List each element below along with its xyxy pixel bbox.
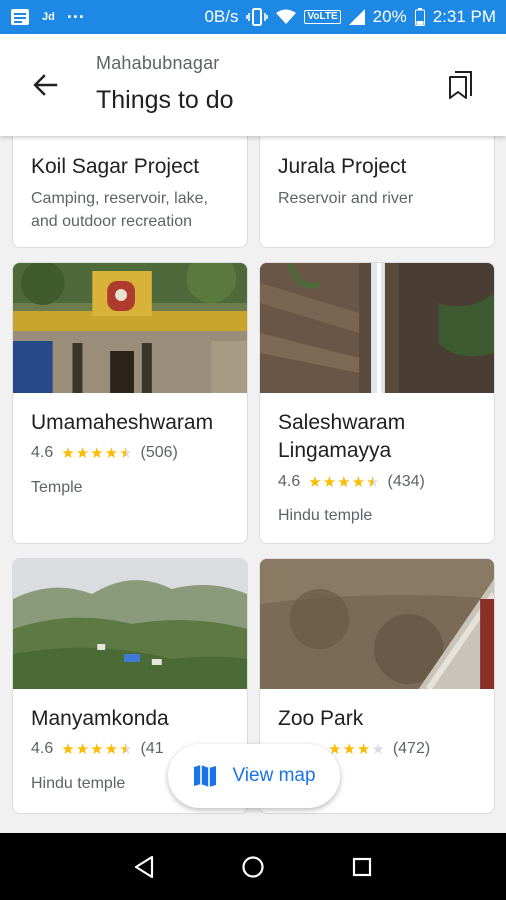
more-notifications-icon: ···: [66, 6, 85, 27]
battery-percent: 20%: [372, 7, 407, 26]
place-description: and outdoor recreation: [31, 213, 192, 230]
rating-row: 4.6 ★ ★ ★ ★ ★ (41: [31, 740, 164, 758]
place-name: Zoo Park: [278, 707, 364, 730]
app-bar: Mahabubnagar Things to do: [0, 34, 506, 136]
view-map-label: View map: [232, 765, 316, 786]
rating-row: 4.6 ★ ★ ★ ★ ★ (506): [31, 444, 178, 462]
star-rating: ★ ★ ★ ★ ★: [61, 445, 133, 462]
map-icon: [194, 765, 217, 787]
place-name: Koil Sagar Project: [31, 155, 200, 178]
page-title: Things to do: [96, 86, 234, 114]
wifi-icon: [276, 9, 297, 25]
waterfall-photo: [260, 263, 494, 393]
place-description: Camping, reservoir, lake,: [31, 190, 208, 207]
bookmark-icon: [449, 71, 472, 99]
bookmark-button[interactable]: [436, 62, 486, 108]
nav-back-button[interactable]: [124, 847, 164, 887]
place-type: Hindu temple: [278, 507, 373, 524]
star-rating: ★ ★ ★ ★: [328, 741, 385, 758]
place-description: Reservoir and river: [278, 190, 414, 207]
review-count: (41: [140, 740, 164, 757]
battery-icon: [414, 8, 425, 26]
rating-value: 4.6: [31, 444, 54, 461]
temple-photo: [13, 263, 247, 393]
place-type: Temple: [31, 479, 83, 496]
rating-row: ★ ★ ★ ★ (472): [328, 740, 430, 758]
nav-recents-button[interactable]: [342, 847, 382, 887]
signal-icon: [348, 9, 365, 25]
clock: 2:31 PM: [432, 7, 496, 26]
place-name: Umamaheshwaram: [31, 411, 214, 434]
circle-home-icon: [242, 855, 264, 878]
review-count: (472): [392, 740, 431, 757]
place-card-umamaheshwaram[interactable]: Umamaheshwaram 4.6 ★ ★ ★ ★ ★ (506) Temple: [12, 262, 248, 544]
zoo-photo: [260, 559, 494, 689]
place-name: Manyamkonda: [31, 707, 169, 730]
vibrate-icon: [246, 8, 269, 26]
volte-badge: VoLTE: [304, 10, 341, 24]
place-card-saleshwaram[interactable]: Saleshwaram Lingamayya 4.6 ★ ★ ★ ★ ★ (434) H…: [259, 262, 495, 544]
place-name: Jurala Project: [278, 155, 407, 178]
arrow-back-icon: [33, 74, 58, 96]
review-count: (506): [140, 444, 178, 461]
review-count: (434): [387, 473, 425, 490]
system-nav-bar: [0, 833, 506, 900]
notification-doc-icon: [10, 8, 30, 26]
place-card-koil-sagar[interactable]: Koil Sagar Project Camping, reservoir, l…: [12, 136, 248, 248]
hills-photo: [13, 559, 247, 689]
rating-value: 4.6: [278, 473, 301, 490]
triangle-back-icon: [135, 855, 154, 878]
net-speed: 0B/s: [204, 7, 239, 26]
square-recents-icon: [352, 857, 371, 876]
place-type: Hindu temple: [31, 775, 126, 792]
rating-value: 4.6: [31, 740, 54, 757]
star-rating: ★ ★ ★ ★ ★: [61, 741, 133, 758]
view-map-button[interactable]: View map: [168, 744, 340, 808]
screen: Jd ··· 0B/s VoLTE 20% 2:31 PM Mahabubnag…: [0, 0, 506, 900]
place-name: Lingamayya: [278, 439, 392, 462]
nav-home-button[interactable]: [233, 847, 273, 887]
place-card-jurala[interactable]: Jurala Project Reservoir and river: [259, 136, 495, 248]
status-bar: Jd ··· 0B/s VoLTE 20% 2:31 PM: [0, 0, 506, 34]
rating-row: 4.6 ★ ★ ★ ★ ★ (434): [278, 473, 425, 491]
back-button[interactable]: [20, 64, 70, 106]
star-rating: ★ ★ ★ ★ ★: [308, 474, 380, 491]
location-subtitle: Mahabubnagar: [96, 53, 220, 73]
carrier-label: Jd: [42, 11, 55, 23]
places-grid: Koil Sagar Project Camping, reservoir, l…: [0, 136, 506, 833]
place-name: Saleshwaram: [278, 411, 406, 434]
